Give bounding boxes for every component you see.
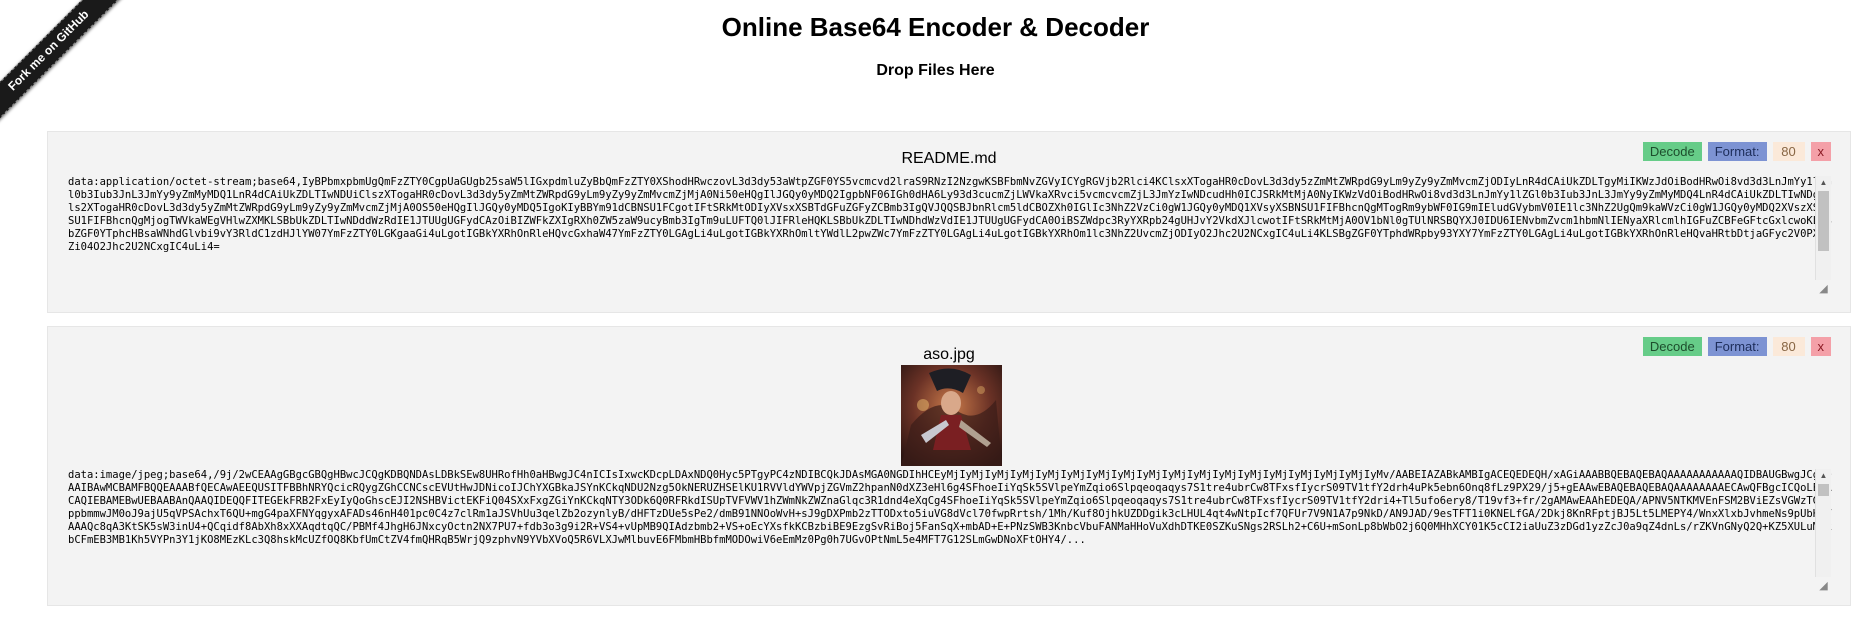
image-thumbnail-art xyxy=(901,365,1002,466)
scroll-up-arrow-icon[interactable]: ▲ xyxy=(1816,469,1831,483)
page-title: Online Base64 Encoder & Decoder xyxy=(721,12,1150,42)
base64-output[interactable]: data:application/octet-stream;base64,IyB… xyxy=(68,176,1832,298)
resize-grip-icon[interactable]: ◢ xyxy=(1816,282,1831,296)
scroll-thumb[interactable] xyxy=(1818,191,1829,251)
scroll-thumb[interactable] xyxy=(1818,484,1829,496)
file-card-image: Decode Format: x aso.jpg xyxy=(47,326,1851,606)
image-preview xyxy=(901,365,1002,466)
file-card-readme: Decode Format: x README.md data:applicat… xyxy=(47,131,1851,313)
file-name: aso.jpg xyxy=(923,346,975,363)
file-name: README.md xyxy=(901,150,997,167)
page-root: Fork me on GitHub Online Base64 Encoder … xyxy=(0,0,1871,624)
base64-output[interactable]: data:image/jpeg;base64,/9j/2wCEAAgGBgcGB… xyxy=(68,469,1832,593)
drop-files-zone[interactable]: Drop Files Here xyxy=(0,62,1871,80)
resize-grip-icon[interactable]: ◢ xyxy=(1816,579,1831,593)
scroll-up-arrow-icon[interactable]: ▲ xyxy=(1816,176,1831,190)
vertical-scrollbar[interactable]: ▲ xyxy=(1815,469,1831,577)
vertical-scrollbar[interactable]: ▲ xyxy=(1815,176,1831,280)
